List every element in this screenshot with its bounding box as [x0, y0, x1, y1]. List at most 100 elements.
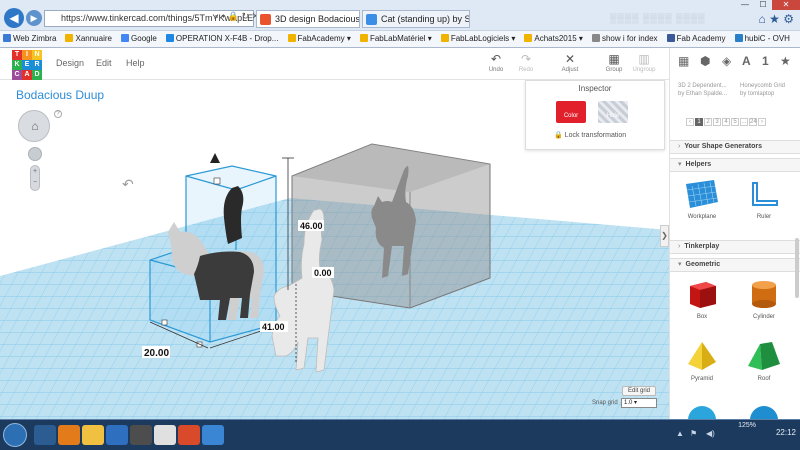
pager-item[interactable]: 5: [731, 118, 739, 126]
grid-shapes-icon[interactable]: ▦: [678, 54, 689, 68]
rotate-arrow-icon[interactable]: ↶: [122, 176, 134, 193]
elevation-dimension[interactable]: 0.00: [314, 268, 332, 278]
pager-item[interactable]: 3: [713, 118, 721, 126]
app-taskbar-icon[interactable]: [178, 425, 200, 445]
shape-pyramid[interactable]: Pyramid: [674, 340, 730, 382]
network-icon[interactable]: ▲: [676, 429, 684, 438]
zoom-level[interactable]: 125%: [738, 422, 756, 429]
shape-ruler[interactable]: Ruler: [736, 178, 792, 220]
pager-item[interactable]: 4: [722, 118, 730, 126]
start-button[interactable]: [3, 423, 27, 447]
bookmark-item[interactable]: FabLabLogiciels ▾: [438, 31, 519, 47]
minimize-icon[interactable]: —: [736, 0, 754, 10]
color-swatch[interactable]: Color: [556, 101, 586, 123]
section-geometric[interactable]: ▾ Geometric: [670, 258, 800, 272]
components-icon[interactable]: ◈: [722, 54, 731, 68]
refresh-icon[interactable]: ↻: [242, 11, 250, 21]
bookmark-item[interactable]: hubiC - OVH: [732, 31, 793, 47]
bookmark-item[interactable]: FabAcademy ▾: [285, 31, 354, 47]
shape-roof[interactable]: Roof: [736, 340, 792, 382]
zoom-slider[interactable]: + −: [30, 165, 40, 191]
snap-grid-label: Snap grid: [592, 400, 618, 406]
favorites-star-icon[interactable]: ★: [780, 54, 791, 68]
volume-icon[interactable]: ◀): [706, 429, 715, 438]
pager-item[interactable]: ‹: [686, 118, 694, 126]
ungroup-button[interactable]: ▥ Ungroup: [626, 52, 662, 74]
menu-edit[interactable]: Edit: [96, 58, 112, 68]
home-icon[interactable]: ⌂: [759, 12, 766, 26]
windows-taskbar: ▲ ⚑ ◀) 125% 22:12: [0, 419, 800, 450]
shape-box[interactable]: Box: [674, 278, 730, 320]
shape-workplane[interactable]: Workplane: [674, 178, 730, 220]
workspace-canvas[interactable]: 46.00 0.00 41.00 20.00 Bodacious Duup ⌂ …: [0, 80, 669, 419]
view-navigation-wheel[interactable]: ⌂: [18, 110, 50, 142]
lock-icon[interactable]: 🔒: [228, 11, 239, 21]
sidebar-collapse-chevron-icon[interactable]: ❯: [660, 225, 669, 247]
explorer-taskbar-icon[interactable]: [82, 425, 104, 445]
search-icon[interactable]: ⌕ ▾: [214, 11, 225, 21]
pager-item[interactable]: 24: [749, 118, 757, 126]
adjust-button[interactable]: ✕ Adjust: [552, 52, 588, 74]
app-taskbar-icon[interactable]: [202, 425, 224, 445]
bookmark-item[interactable]: Xannuaire: [62, 31, 114, 47]
gear-icon[interactable]: ⚙: [783, 12, 794, 26]
shape-cone[interactable]: [736, 402, 792, 419]
bookmark-item[interactable]: FabLabMatériel ▾: [357, 31, 435, 47]
help-icon[interactable]: ?: [54, 110, 62, 118]
section-shape-generators[interactable]: › Your Shape Generators: [670, 140, 800, 154]
width-dimension[interactable]: 20.00: [144, 348, 169, 359]
menu-design[interactable]: Design: [56, 58, 84, 68]
pager-item[interactable]: 2: [704, 118, 712, 126]
edit-grid-button[interactable]: Edit grid: [622, 386, 656, 396]
tab-thingiverse[interactable]: Cat (standing up) by Scintilla: [362, 10, 470, 28]
hex-shapes-icon[interactable]: ⬢: [700, 54, 710, 68]
tab-label: Cat (standing up) by Scintilla: [381, 14, 470, 24]
section-helpers[interactable]: ▾ Helpers: [670, 158, 800, 172]
resize-handle[interactable]: [213, 177, 221, 185]
pager-item[interactable]: ›: [758, 118, 766, 126]
favorites-icon[interactable]: ★: [769, 12, 780, 26]
redo-button[interactable]: ↷ Redo: [508, 52, 544, 74]
chevron-down-icon: ▾: [678, 261, 682, 268]
ie-taskbar-icon[interactable]: [34, 425, 56, 445]
app-taskbar-icon[interactable]: [130, 425, 152, 445]
firefox-taskbar-icon[interactable]: [58, 425, 80, 445]
app-taskbar-icon[interactable]: [154, 425, 176, 445]
maximize-icon[interactable]: ☐: [754, 0, 772, 10]
section-tinkerplay[interactable]: › Tinkerplay: [670, 240, 800, 254]
flag-icon[interactable]: ⚑: [690, 429, 697, 438]
lift-arrow-icon[interactable]: [210, 153, 220, 163]
height-dimension[interactable]: 46.00: [300, 221, 323, 231]
bookmark-item[interactable]: OPERATION X-F4B - Drop...: [163, 31, 282, 47]
letters-icon[interactable]: A: [742, 54, 751, 68]
recent-shape-2[interactable]: Honeycomb Grid by tomlaptop: [740, 82, 785, 98]
back-button[interactable]: ◀: [4, 8, 24, 28]
design-title[interactable]: Bodacious Duup: [16, 88, 104, 102]
recent-shape-1[interactable]: 3D 2 Dependent... by Ethan Spalde...: [678, 82, 727, 98]
word-taskbar-icon[interactable]: [106, 425, 128, 445]
numbers-icon[interactable]: 1: [762, 54, 769, 68]
bookmark-item[interactable]: Web Zimbra: [0, 31, 59, 47]
tinkercad-logo[interactable]: T I N K E R C A D: [12, 50, 42, 80]
depth-dimension[interactable]: 41.00: [262, 322, 285, 332]
tab-label: 3D design Bodacious Duup ...: [275, 14, 360, 24]
shape-cylinder[interactable]: Cylinder: [736, 278, 792, 320]
pager-item[interactable]: 1: [695, 118, 703, 126]
fit-view-icon[interactable]: [28, 147, 42, 161]
forward-button[interactable]: ▶: [26, 10, 42, 26]
hole-swatch[interactable]: Hole: [598, 101, 628, 123]
bookmark-item[interactable]: Google: [118, 31, 160, 47]
clock[interactable]: 22:12: [776, 428, 796, 437]
tab-tinkercad[interactable]: 3D design Bodacious Duup ...: [256, 10, 360, 28]
bookmark-item[interactable]: show i for index: [589, 31, 661, 47]
menu-help[interactable]: Help: [126, 58, 145, 68]
home-view-icon[interactable]: ⌂: [28, 119, 42, 133]
close-icon[interactable]: ✕: [772, 0, 800, 10]
lock-transformation[interactable]: 🔒 Lock transformation: [554, 131, 626, 139]
bookmark-item[interactable]: Fab Academy: [664, 31, 729, 47]
bookmark-item[interactable]: Achats2015 ▾: [521, 31, 586, 47]
snap-grid-select[interactable]: 1.0 ▾: [621, 398, 657, 408]
shape-sphere[interactable]: [674, 402, 730, 419]
sidebar-scrollbar[interactable]: [795, 238, 799, 298]
resize-handle[interactable]: [161, 319, 168, 326]
